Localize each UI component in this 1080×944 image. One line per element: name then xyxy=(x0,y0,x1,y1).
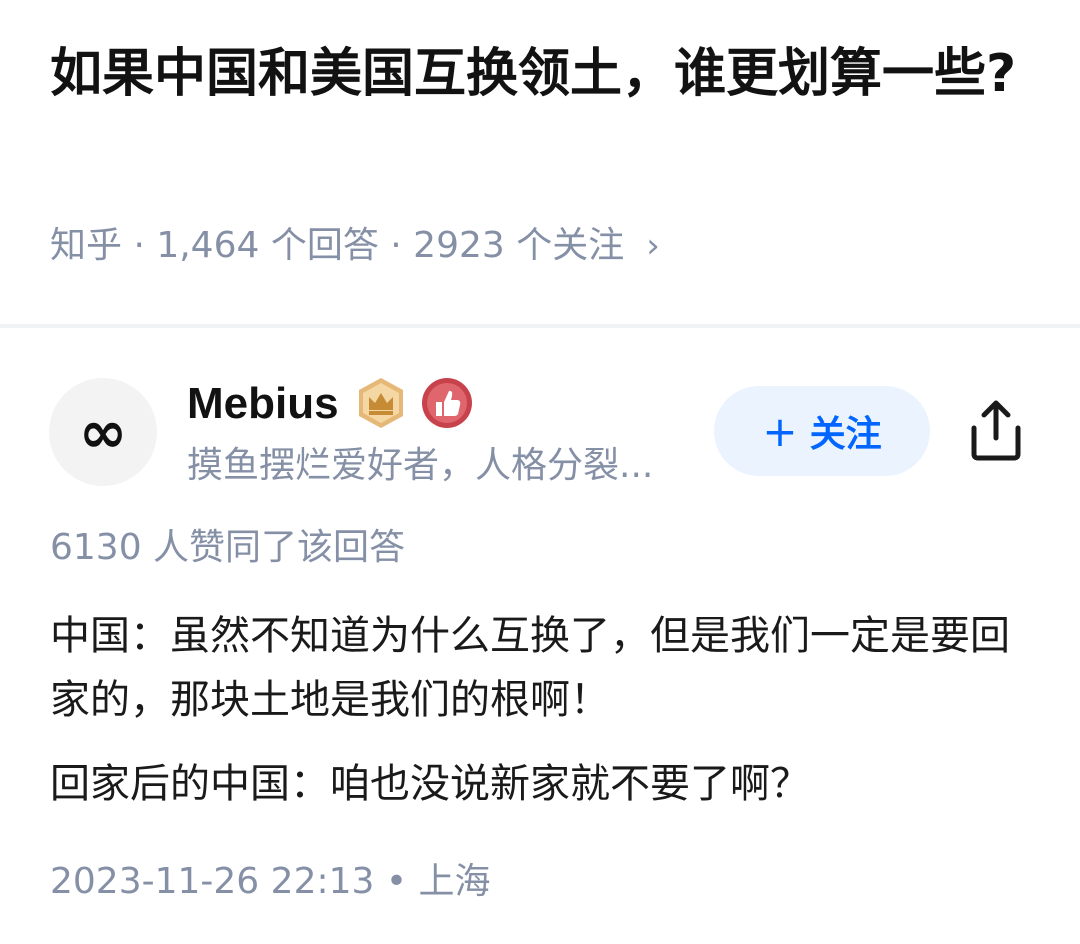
question-meta-text: 知乎 · 1,464 个回答 · 2923 个关注 xyxy=(50,225,625,266)
answer-paragraph: 中国：虽然不知道为什么互换了，但是我们一定是要回家的，那块土地是我们的根啊！ xyxy=(50,613,1010,723)
follow-button[interactable]: + 关注 xyxy=(714,386,930,476)
answer-page: 如果中国和美国互换领土，谁更划算一些? 知乎 · 1,464 个回答 · 292… xyxy=(0,0,1080,944)
answer-content[interactable]: 中国：虽然不知道为什么互换了，但是我们一定是要回家的，那块土地是我们的根啊！ 回… xyxy=(50,604,1040,836)
section-divider xyxy=(0,324,1080,328)
vote-count: 6130 人赞同了该回答 xyxy=(50,527,406,568)
answer-paragraph: 回家后的中国：咱也没说新家就不要了啊？ xyxy=(50,761,810,807)
crown-badge-icon[interactable] xyxy=(354,376,408,430)
infinity-avatar-symbol: ∞ xyxy=(78,398,128,466)
share-icon[interactable] xyxy=(966,398,1026,462)
question-title[interactable]: 如果中国和美国互换领土，谁更划算一些? xyxy=(50,30,1040,118)
follow-button-label: 关注 xyxy=(809,414,882,455)
thumbs-up-badge-icon[interactable] xyxy=(420,376,474,430)
author-avatar[interactable]: ∞ xyxy=(49,378,157,486)
author-name[interactable]: Mebius xyxy=(187,376,339,432)
author-bio: 摸鱼摆烂爱好者，人格分裂... xyxy=(187,445,654,486)
plus-icon: + xyxy=(762,406,798,456)
chevron-right-icon: › xyxy=(646,226,660,266)
answer-timestamp: 2023-11-26 22:13 • 上海 xyxy=(50,861,491,902)
question-meta[interactable]: 知乎 · 1,464 个回答 · 2923 个关注 › xyxy=(50,222,660,270)
